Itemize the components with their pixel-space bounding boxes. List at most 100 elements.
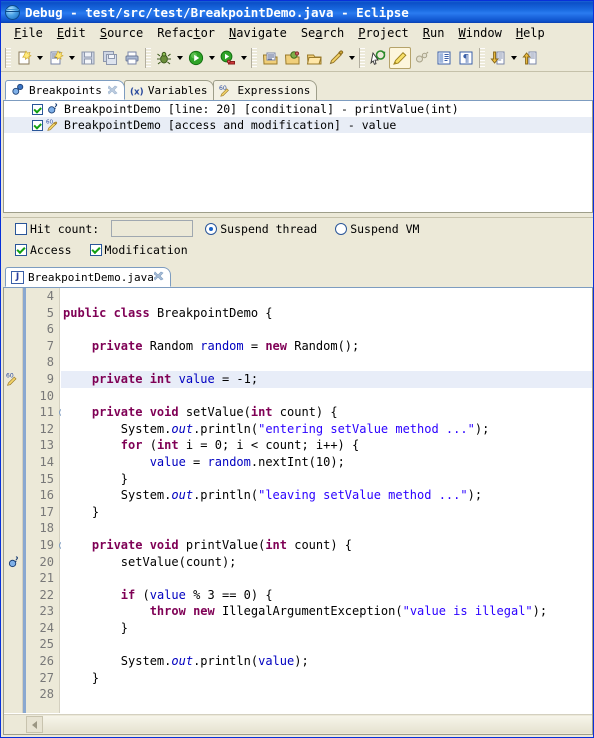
toolbar-grip[interactable] — [251, 47, 257, 68]
breakpoint-enabled-checkbox[interactable] — [32, 119, 43, 131]
code-line[interactable] — [61, 570, 592, 587]
chevron-down-icon[interactable] — [207, 47, 217, 69]
new-java-file-icon[interactable] — [13, 47, 35, 69]
breakpoint-enabled-checkbox[interactable] — [32, 103, 43, 115]
suspend-thread-radio[interactable] — [205, 222, 218, 235]
breakpoint-row[interactable]: 60 BreakpointDemo [access and modificatio… — [4, 117, 592, 133]
chevron-down-icon[interactable] — [67, 47, 77, 69]
run-external-tools-icon[interactable] — [217, 47, 239, 69]
save-icon[interactable] — [77, 47, 99, 69]
code-line[interactable]: for (int i = 0; i < count; i++) { — [61, 437, 592, 454]
code-line[interactable]: private int value = -1; — [61, 370, 592, 388]
pilcrow-icon[interactable]: ¶ — [455, 47, 477, 69]
code-line[interactable]: System.out.println("entering setValue me… — [61, 421, 592, 438]
toolbar-grip[interactable] — [479, 47, 485, 68]
breakpoint-row[interactable]: BreakpointDemo [line: 20] [conditional] … — [4, 101, 592, 117]
code-token: .nextInt(10); — [250, 454, 345, 469]
code-line[interactable]: public class BreakpointDemo { — [61, 305, 592, 322]
menu-item-refactor[interactable]: Refactor — [150, 24, 222, 42]
code-token: class — [113, 305, 157, 320]
editor-marker-bar[interactable]: 60 — [4, 288, 23, 713]
scrollbar-track[interactable] — [26, 716, 592, 733]
open-resource-icon[interactable] — [303, 47, 325, 69]
menu-item-edit[interactable]: Edit — [50, 24, 93, 42]
code-line[interactable]: System.out.println("leaving setValue met… — [61, 487, 592, 504]
scroll-left-icon[interactable] — [26, 716, 43, 733]
code-line[interactable] — [61, 288, 592, 305]
code-line[interactable]: } — [61, 471, 592, 488]
print-icon[interactable] — [121, 47, 143, 69]
code-area[interactable]: 60 4 5 6 7 8 9 10 11 12 13 14 15 16 17 18 19 20 21 22 23 24 2… — [3, 288, 593, 735]
quick-fix-pencil-icon[interactable] — [325, 47, 347, 69]
code-line[interactable] — [61, 321, 592, 338]
menu-item-window[interactable]: Window — [451, 24, 508, 42]
menu-item-help[interactable]: Help — [509, 24, 552, 42]
code-line[interactable]: setValue(count); — [61, 554, 592, 571]
code-line[interactable] — [61, 354, 592, 371]
suspend-vm-radio[interactable] — [335, 222, 348, 235]
toolbar-grip[interactable] — [359, 47, 365, 68]
code-token: .println( — [193, 421, 259, 436]
code-token: ( — [142, 587, 150, 602]
breakpoint-marker-icon[interactable] — [6, 555, 21, 570]
modification-checkbox[interactable] — [89, 243, 102, 256]
hit-count-input[interactable] — [111, 220, 194, 237]
code-line[interactable] — [61, 686, 592, 703]
code-line[interactable]: private void setValue(int count) { — [61, 404, 592, 421]
open-type-icon[interactable] — [259, 47, 281, 69]
chevron-down-icon[interactable] — [175, 47, 185, 69]
next-edit-location-icon[interactable] — [519, 47, 541, 69]
menu-item-search[interactable]: Search — [294, 24, 351, 42]
access-checkbox[interactable] — [15, 243, 27, 256]
watchpoint-marker-icon[interactable]: 60 — [6, 372, 21, 387]
highlight-marker-icon[interactable] — [389, 46, 411, 69]
chevron-down-icon[interactable] — [509, 47, 519, 69]
menu-item-run[interactable]: Run — [416, 24, 452, 42]
close-icon[interactable] — [107, 85, 118, 95]
view-tab-variables[interactable]: (x)=Variables — [123, 80, 215, 100]
previous-edit-location-icon[interactable] — [487, 47, 509, 69]
code-line[interactable]: } — [61, 504, 592, 521]
close-icon[interactable] — [153, 270, 164, 284]
code-line[interactable]: private void printValue(int count) { — [61, 537, 592, 554]
menu-item-file[interactable]: File — [7, 24, 50, 42]
hit-count-checkbox[interactable] — [15, 222, 27, 235]
code-line[interactable]: value = random.nextInt(10); — [61, 454, 592, 471]
line-number: 15 — [39, 471, 54, 486]
code-line[interactable] — [61, 388, 592, 405]
code-line[interactable]: if (value % 3 == 0) { — [61, 587, 592, 604]
toolbar-grip[interactable] — [5, 47, 11, 68]
line-number: 9 — [46, 371, 54, 386]
new-java-class-icon[interactable] — [45, 47, 67, 69]
view-tab-label: Breakpoints — [29, 83, 102, 97]
debug-bug-icon[interactable] — [153, 47, 175, 69]
code-line[interactable]: private Random random = new Random(); — [61, 338, 592, 355]
code-line[interactable]: } — [61, 620, 592, 637]
chevron-down-icon[interactable] — [35, 47, 45, 69]
menu-item-navigate[interactable]: Navigate — [222, 24, 294, 42]
next-annotation-icon[interactable] — [367, 47, 389, 69]
view-tab-breakpoints[interactable]: Breakpoints — [5, 80, 125, 100]
breakpoints-list[interactable]: BreakpointDemo [line: 20] [conditional] … — [3, 101, 593, 213]
code-line[interactable] — [61, 520, 592, 537]
editor-horizontal-scrollbar[interactable] — [4, 714, 592, 734]
code-line[interactable] — [61, 636, 592, 653]
show-whitespace-icon[interactable] — [433, 47, 455, 69]
search-package-icon[interactable] — [281, 47, 303, 69]
save-all-icon[interactable] — [99, 47, 121, 69]
breakpoints-view: Breakpoints (x)=Variables 60 Expressions Br… — [3, 80, 593, 263]
view-tab-expressions[interactable]: 60 Expressions — [213, 80, 318, 100]
code-line[interactable]: throw new IllegalArgumentException("valu… — [61, 603, 592, 620]
chevron-down-icon[interactable] — [347, 47, 357, 69]
editor-tab-breakpointdemo-java[interactable]: J BreakpointDemo.java — [5, 267, 171, 287]
run-green-play-icon[interactable] — [185, 47, 207, 69]
code-line[interactable]: } — [61, 670, 592, 687]
editor-source-text[interactable]: public class BreakpointDemo { private Ra… — [61, 288, 592, 713]
toolbar-grip[interactable] — [145, 47, 151, 68]
toggle-mark-occurrences-icon[interactable] — [411, 47, 433, 69]
menu-item-source[interactable]: Source — [93, 24, 150, 42]
chevron-down-icon[interactable] — [239, 47, 249, 69]
code-line[interactable]: System.out.println(value); — [61, 653, 592, 670]
menu-item-project[interactable]: Project — [351, 24, 416, 42]
